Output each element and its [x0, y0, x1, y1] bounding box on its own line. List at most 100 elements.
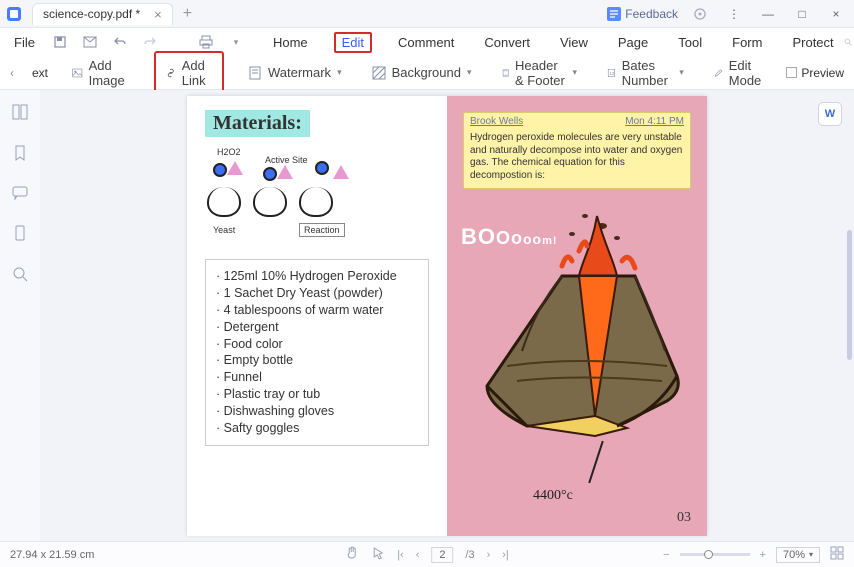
statusbar: 27.94 x 21.59 cm |‹ ‹ 2 /3 › ›| − + 70% … — [0, 541, 854, 567]
list-item: Funnel — [216, 369, 418, 386]
search-tools[interactable]: Search Tools — [844, 28, 854, 56]
menu-edit[interactable]: Edit — [334, 32, 372, 53]
page-left: Materials: H2O2 Active Site Yeast Reacti… — [187, 96, 447, 536]
add-link-button[interactable]: Add Link — [154, 51, 224, 95]
comment-panel-icon[interactable] — [12, 186, 28, 203]
list-item: Food color — [216, 336, 418, 353]
active-site-label: Active Site — [265, 155, 308, 165]
volcano-illustration — [467, 206, 687, 466]
app-logo-icon — [0, 0, 28, 28]
list-item: Plastic tray or tub — [216, 386, 418, 403]
page-right: Brook Wells Mon 4:11 PM Hydrogen peroxid… — [447, 96, 707, 536]
add-image-button[interactable]: Add Image — [66, 55, 136, 91]
feedback-button[interactable]: Feedback — [607, 7, 678, 21]
menu-tool[interactable]: Tool — [674, 33, 706, 52]
preview-checkbox[interactable]: Preview — [786, 66, 844, 80]
menu-home[interactable]: Home — [269, 33, 312, 52]
background-button[interactable]: Background▾ — [366, 62, 478, 83]
list-item: 1 Sachet Dry Yeast (powder) — [216, 285, 418, 302]
edit-mode-button[interactable]: Edit Mode — [708, 55, 773, 91]
list-item: Detergent — [216, 319, 418, 336]
thumbnails-icon[interactable] — [12, 104, 28, 123]
select-tool-icon[interactable] — [371, 546, 385, 563]
svg-text:12: 12 — [609, 70, 614, 75]
note-author: Brook Wells — [470, 116, 523, 127]
print-dropdown-icon[interactable]: ▾ — [227, 33, 245, 51]
left-sidebar — [0, 90, 40, 541]
ext-label: ext — [32, 66, 48, 80]
hand-tool-icon[interactable] — [345, 546, 359, 563]
list-item: 125ml 10% Hydrogen Peroxide — [216, 268, 418, 285]
zoom-dropdown[interactable]: 70% ▾ — [776, 547, 820, 563]
list-item: Empty bottle — [216, 352, 418, 369]
edit-toolbar: ‹ ext Add Image Add Link Watermark▾ Back… — [0, 56, 854, 90]
watermark-button[interactable]: Watermark▾ — [242, 62, 348, 83]
prev-page-icon[interactable]: ‹ — [416, 549, 420, 561]
print-icon[interactable] — [197, 33, 215, 51]
bates-number-button[interactable]: 12 Bates Number▾ — [601, 55, 690, 91]
note-body: Hydrogen peroxide molecules are very uns… — [464, 130, 690, 188]
new-tab-button[interactable]: + — [183, 5, 192, 23]
first-page-icon[interactable]: |‹ — [397, 549, 404, 561]
list-item: Dishwashing gloves — [216, 403, 418, 420]
undo-icon[interactable] — [111, 33, 129, 51]
word-export-badge[interactable]: W — [818, 102, 842, 126]
page-number-input[interactable]: 2 — [431, 547, 453, 563]
menu-comment[interactable]: Comment — [394, 33, 458, 52]
maximize-button[interactable]: □ — [790, 2, 814, 26]
titlebar: science-copy.pdf * × + Feedback ⋮ — □ × — [0, 0, 854, 28]
bates-icon: 12 — [607, 66, 616, 80]
header-footer-button[interactable]: Header & Footer▾ — [496, 55, 584, 91]
settings-icon[interactable] — [688, 2, 712, 26]
last-page-icon[interactable]: ›| — [502, 549, 509, 561]
next-page-icon[interactable]: › — [487, 549, 491, 561]
menu-protect[interactable]: Protect — [788, 33, 837, 52]
zoom-out-icon[interactable]: − — [663, 549, 669, 561]
zoom-slider[interactable] — [680, 553, 750, 556]
background-icon — [372, 66, 386, 80]
mail-icon[interactable] — [81, 33, 99, 51]
scrollbar-thumb[interactable] — [847, 230, 852, 360]
list-item: Safty goggles — [216, 420, 418, 437]
sticky-note[interactable]: Brook Wells Mon 4:11 PM Hydrogen peroxid… — [463, 112, 691, 189]
close-window-button[interactable]: × — [824, 2, 848, 26]
reaction-diagram: H2O2 Active Site Yeast Reaction — [205, 147, 429, 247]
tab-title: science-copy.pdf * — [43, 7, 140, 21]
materials-list: 125ml 10% Hydrogen Peroxide 1 Sachet Dry… — [205, 259, 429, 446]
search-panel-icon[interactable] — [12, 266, 28, 285]
bookmark-icon[interactable] — [13, 145, 27, 164]
menubar: File ▾ Home Edit Comment Convert View Pa… — [0, 28, 854, 56]
document-tab[interactable]: science-copy.pdf * × — [32, 3, 173, 25]
zoom-in-icon[interactable]: + — [760, 549, 766, 561]
more-icon[interactable]: ⋮ — [722, 2, 746, 26]
page-dimensions: 27.94 x 21.59 cm — [10, 549, 94, 561]
list-item: 4 tablespoons of warm water — [216, 302, 418, 319]
close-tab-icon[interactable]: × — [154, 7, 162, 22]
document-canvas[interactable]: W Materials: H2O2 Active Site Yeast Reac… — [40, 90, 854, 541]
attachment-icon[interactable] — [13, 225, 27, 244]
menu-view[interactable]: View — [556, 33, 592, 52]
redo-icon[interactable] — [141, 33, 159, 51]
workspace: ▸ W Materials: H2O2 Active Site Yeast Re… — [0, 90, 854, 541]
search-icon — [844, 36, 852, 48]
page-total: /3 — [465, 549, 474, 561]
file-menu[interactable]: File — [10, 33, 39, 52]
link-icon — [166, 66, 176, 80]
note-time: Mon 4:11 PM — [625, 116, 684, 127]
minimize-button[interactable]: — — [756, 2, 780, 26]
checkbox-icon — [786, 67, 797, 78]
save-icon[interactable] — [51, 33, 69, 51]
fit-view-icon[interactable] — [830, 546, 844, 563]
page-spread: Materials: H2O2 Active Site Yeast Reacti… — [187, 96, 707, 535]
header-footer-icon — [502, 66, 510, 80]
menu-page[interactable]: Page — [614, 33, 652, 52]
temperature-label: 4400°c — [533, 488, 573, 504]
menu-form[interactable]: Form — [728, 33, 766, 52]
reaction-label: Reaction — [299, 223, 345, 237]
image-icon — [72, 66, 83, 80]
menu-convert[interactable]: Convert — [480, 33, 534, 52]
watermark-icon — [248, 66, 262, 80]
back-button[interactable]: ‹ — [10, 66, 14, 80]
materials-heading: Materials: — [205, 110, 310, 137]
page-number: 03 — [677, 510, 691, 526]
